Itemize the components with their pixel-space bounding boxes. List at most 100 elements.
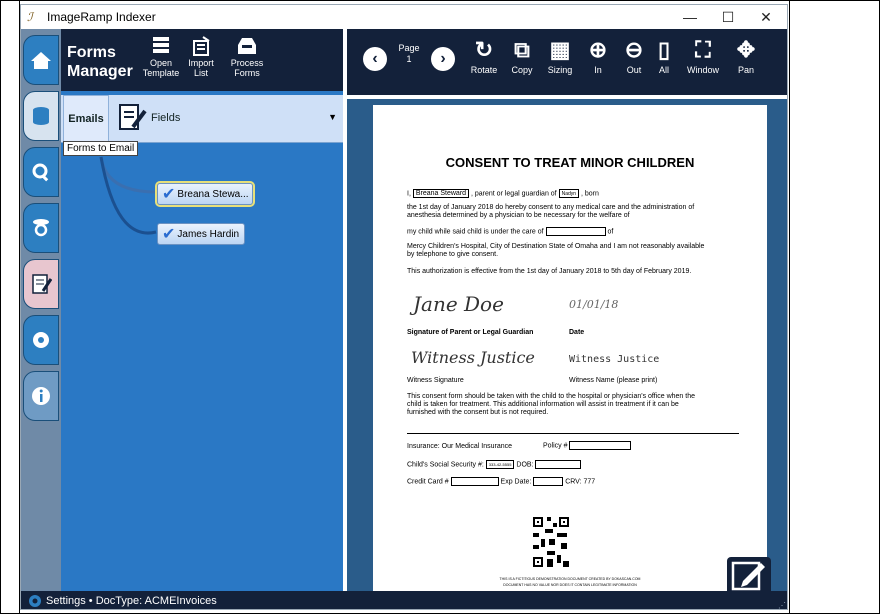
zoom-out-icon: ⊖: [624, 37, 644, 62]
side-tab-database-search[interactable]: [23, 203, 59, 253]
chevron-down-icon[interactable]: ▼: [328, 112, 337, 122]
checkmark-icon: ✔: [162, 226, 176, 243]
process-forms-icon: [238, 38, 256, 54]
note-line-3: furnished with the consent but is not re…: [407, 409, 549, 416]
resize-grip-icon[interactable]: ⋰: [778, 601, 786, 609]
side-tab-home[interactable]: [23, 35, 59, 85]
fields-icon: [119, 104, 147, 130]
parent-signature: Jane Doe: [413, 292, 504, 316]
label-witness-name: Witness Name (please print): [569, 377, 658, 384]
status-bar: Settings • DocType: ACMEInvoices ⋰: [21, 591, 787, 609]
exp-date-field: [533, 477, 564, 486]
note-line-2: child is taken for treatment. This addit…: [407, 401, 679, 408]
tab-fields[interactable]: Fields: [117, 103, 180, 133]
info-icon: [32, 387, 50, 405]
open-template-button[interactable]: Open Template: [139, 35, 183, 78]
fit-all-icon: ▯: [657, 37, 671, 62]
consent-line-1: I, Breana Steward , parent or legal guar…: [407, 189, 599, 198]
open-template-icon: [153, 37, 169, 53]
viewer-toolbar: ‹ Page 1 › ↻ Rotate ⧉ Copy ▦ Sizing ⊕ In ⊖ Ou…: [347, 29, 787, 95]
email-node-james[interactable]: ✔ James Hardin: [157, 223, 245, 245]
policy-field: [569, 441, 632, 450]
import-list-button[interactable]: Import List: [179, 35, 223, 78]
status-text: Settings • DocType: ACMEInvoices: [46, 595, 217, 607]
forms-manager-header: Forms Manager Open Template Import List …: [61, 29, 343, 91]
ssn-field: 333-42-5555: [485, 460, 515, 469]
consent-line-5: Mercy Children's Hospital, City of Desti…: [407, 243, 705, 250]
gear-icon[interactable]: [27, 593, 43, 609]
witness-name-printed: Witness Justice: [569, 354, 660, 365]
sizing-icon: ▦: [549, 37, 571, 62]
credit-card-field: [450, 477, 499, 486]
import-list-icon: [193, 36, 210, 56]
email-node-breana[interactable]: ✔ Breana Stewa...: [155, 181, 255, 207]
edit-button[interactable]: [727, 557, 771, 595]
document-viewer-panel: ‹ Page 1 › ↻ Rotate ⧉ Copy ▦ Sizing ⊕ In ⊖ Ou…: [343, 29, 787, 595]
database-search-icon: [33, 219, 49, 237]
rotate-button[interactable]: ↻ Rotate: [467, 37, 501, 75]
section-divider: [407, 433, 739, 434]
insurance-line: Insurance: Our Medical Insurance: [407, 443, 513, 450]
copy-icon: ⧉: [514, 37, 530, 62]
label-parent-signature: Signature of Parent or Legal Guardian: [407, 329, 534, 336]
tab-emails[interactable]: Emails: [63, 95, 109, 143]
forms-manager-panel: Forms Manager Open Template Import List …: [61, 29, 343, 591]
pan-button[interactable]: ✥ Pan: [729, 37, 763, 75]
previous-page-icon[interactable]: ‹: [363, 47, 387, 71]
window-title: ImageRamp Indexer: [47, 10, 156, 24]
copy-button[interactable]: ⧉ Copy: [505, 37, 539, 75]
note-line-1: This consent form should be taken with t…: [407, 393, 695, 400]
fit-all-button[interactable]: ▯ All: [647, 37, 681, 75]
policy-line: Policy #: [543, 441, 632, 450]
signature-date: 01/01/18: [569, 298, 619, 311]
minimize-button[interactable]: —: [675, 7, 705, 27]
side-tab-settings[interactable]: [23, 315, 59, 365]
edit-icon: [731, 561, 765, 591]
witness-signature: Witness Justice: [411, 348, 535, 367]
document-page: CONSENT TO TREAT MINOR CHILDREN I, Brean…: [373, 105, 767, 591]
parent-name-field: Breana Steward: [412, 189, 470, 198]
side-tab-search[interactable]: [23, 147, 59, 197]
app-window: ℐ ImageRamp Indexer — ☐ ✕ Forms Manager …: [20, 4, 788, 610]
consent-line-7: This authorization is effective from the…: [407, 268, 692, 275]
next-page-icon[interactable]: ›: [431, 47, 455, 71]
gear-icon: [33, 332, 49, 348]
side-tab-info[interactable]: [23, 371, 59, 421]
consent-line-2: the 1st day of January 2018 do hereby co…: [407, 204, 695, 211]
dob-field: [535, 460, 582, 469]
pan-icon: ✥: [736, 37, 756, 62]
consent-line-3: anesthesia determined by a physician to …: [407, 212, 630, 219]
zoom-in-button[interactable]: ⊕ In: [581, 37, 615, 75]
label-date: Date: [569, 329, 585, 336]
home-icon: [31, 52, 51, 69]
zoom-in-icon: ⊕: [588, 37, 608, 62]
side-tab-forms[interactable]: [23, 259, 59, 309]
zoom-out-button[interactable]: ⊖ Out: [617, 37, 651, 75]
qr-code: [531, 515, 571, 571]
tooltip: Forms to Email: [63, 141, 139, 156]
side-tab-database[interactable]: [23, 91, 59, 141]
title-bar: ℐ ImageRamp Indexer — ☐ ✕: [21, 5, 787, 29]
close-button[interactable]: ✕: [751, 7, 781, 27]
fit-window-button[interactable]: ⛶ Window: [683, 37, 723, 75]
process-forms-button[interactable]: Process Forms: [225, 35, 269, 78]
rotate-icon: ↻: [474, 37, 494, 62]
tab-fields-label: Fields: [151, 112, 181, 124]
footer-line-1: THIS IS A FICTITIOUS DEMONSTRATION DOCUM…: [499, 577, 641, 581]
credit-card-line: Credit Card # Exp Date: CRV: 777: [407, 477, 596, 486]
maximize-button[interactable]: ☐: [713, 7, 743, 27]
ssn-line: Child's Social Security #: 333-42-5555 D…: [407, 460, 582, 469]
sizing-button[interactable]: ▦ Sizing: [543, 37, 577, 75]
page-indicator: Page 1: [398, 43, 420, 64]
footer-line-2: DOCUMENT HAS NO VALUE NOR DOES IT CONTAI…: [503, 583, 637, 587]
document-title: CONSENT TO TREAT MINOR CHILDREN: [445, 155, 695, 170]
database-icon: [33, 107, 49, 125]
consent-line-6: by telephone to give consent.: [407, 251, 499, 258]
care-of-field: [545, 227, 606, 236]
forms-icon: [32, 274, 52, 294]
document-canvas[interactable]: CONSENT TO TREAT MINOR CHILDREN I, Brean…: [347, 99, 787, 595]
frame-divider: [789, 0, 790, 614]
consent-line-4: my child while said child is under the c…: [407, 227, 614, 236]
label-witness-signature: Witness Signature: [407, 377, 464, 384]
app-logo-icon: ℐ: [27, 10, 33, 24]
